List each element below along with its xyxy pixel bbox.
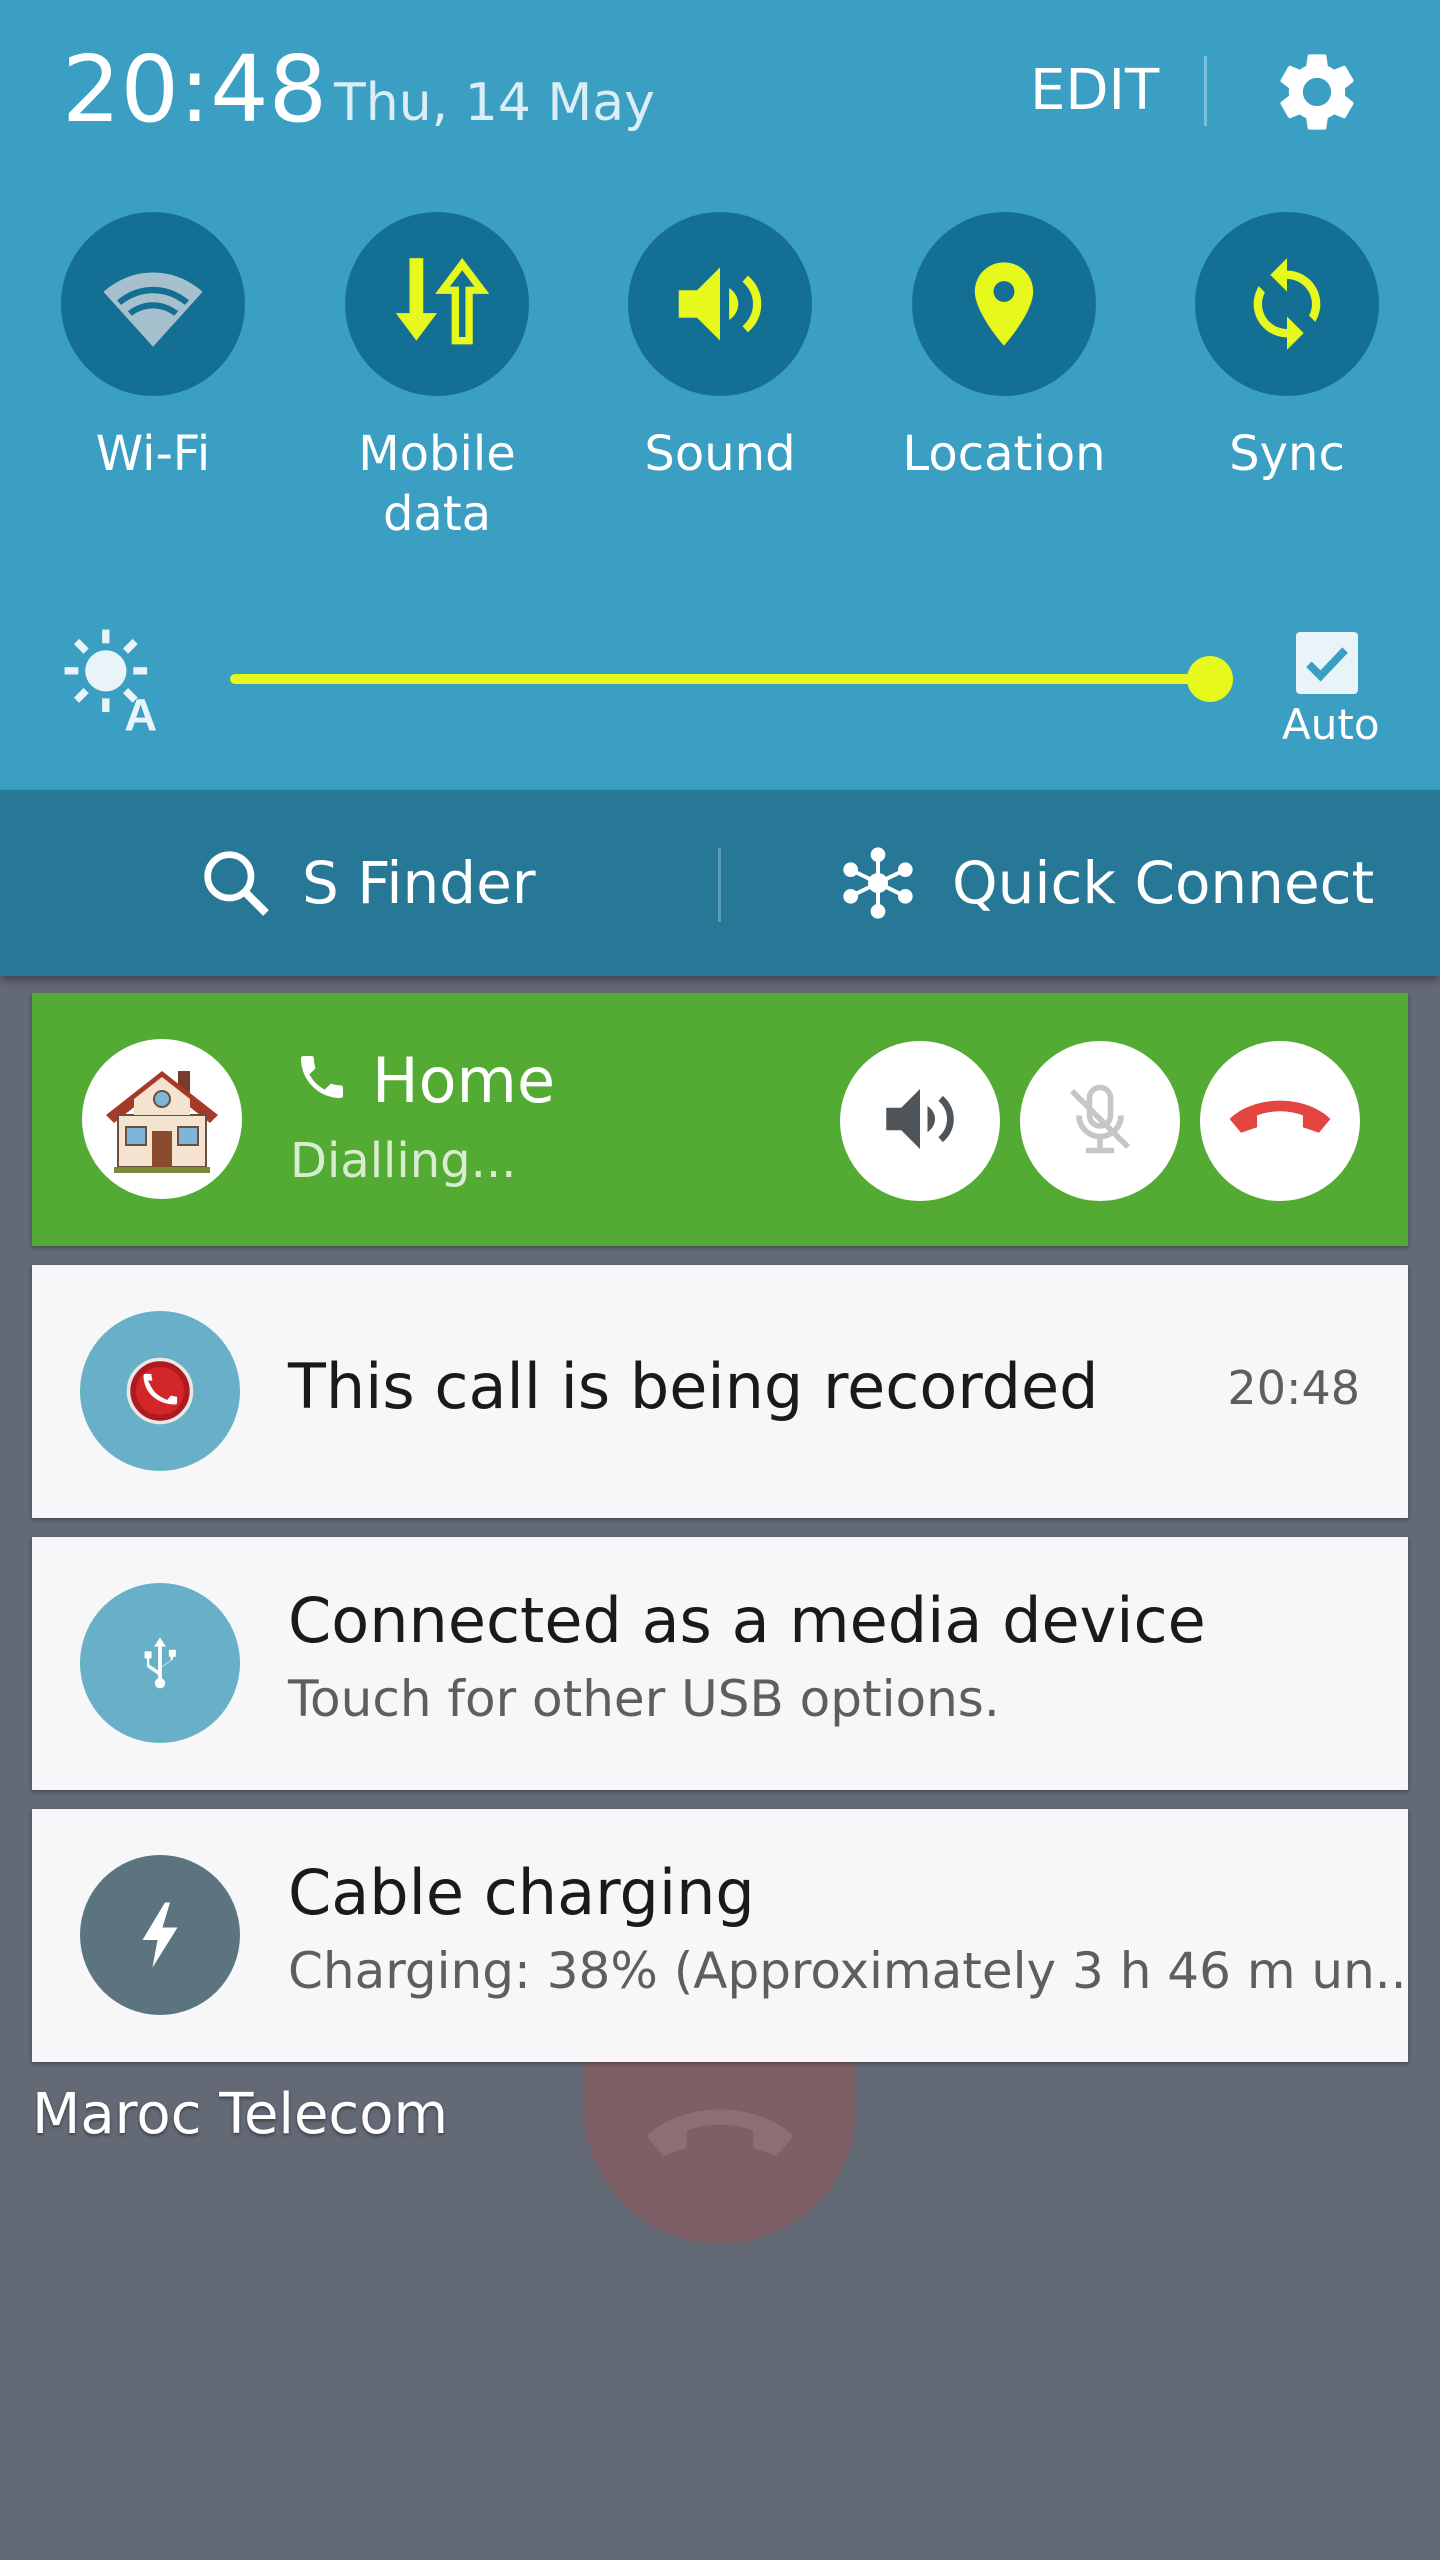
- finder-bar: S Finder Quick Connect: [0, 790, 1440, 976]
- date: Thu, 14 May: [334, 73, 655, 133]
- header-divider: [1204, 56, 1207, 126]
- toggle-sound[interactable]: Sound: [610, 212, 830, 552]
- notification-title: Cable charging: [288, 1856, 755, 1929]
- wifi-icon: [61, 212, 245, 396]
- brightness-slider-thumb[interactable]: [1187, 656, 1233, 702]
- mobile-data-icon: [345, 212, 529, 396]
- lightning-icon: [80, 1855, 240, 2015]
- toggle-wifi[interactable]: Wi-Fi: [43, 212, 263, 552]
- s-finder-button[interactable]: S Finder: [196, 790, 536, 976]
- notification-title: This call is being recorded: [288, 1350, 1099, 1423]
- toggle-location[interactable]: Location: [894, 212, 1114, 552]
- s-finder-label: S Finder: [302, 849, 536, 917]
- notification-usb[interactable]: Connected as a media device Touch for ot…: [32, 1537, 1408, 1790]
- auto-brightness-checkbox[interactable]: [1296, 632, 1358, 694]
- end-call-button[interactable]: [1200, 1041, 1360, 1201]
- usb-icon: [80, 1583, 240, 1743]
- contact-avatar-house-icon: [82, 1039, 242, 1199]
- ongoing-call-notification[interactable]: Home Dialling...: [32, 993, 1408, 1246]
- quick-connect-icon: [838, 843, 918, 923]
- toggle-label: Mobile data: [358, 426, 516, 542]
- notification-time: 20:48: [1227, 1361, 1360, 1415]
- call-contact-name: Home: [372, 1044, 556, 1117]
- speaker-button[interactable]: [840, 1041, 1000, 1201]
- brightness-slider[interactable]: [230, 674, 1210, 684]
- carrier-label: Maroc Telecom: [32, 2082, 449, 2147]
- mute-button[interactable]: [1020, 1041, 1180, 1201]
- notification-title: Connected as a media device: [288, 1584, 1206, 1657]
- quick-connect-button[interactable]: Quick Connect: [838, 790, 1374, 976]
- toggle-label: Location: [902, 426, 1106, 482]
- notification-subtitle: Touch for other USB options.: [288, 1670, 1000, 1728]
- edit-button[interactable]: EDIT: [1030, 56, 1159, 126]
- background-end-call-button: [584, 2048, 856, 2244]
- phone-icon: [294, 1049, 354, 1109]
- toggle-label: Sound: [644, 426, 796, 482]
- toggle-label: Sync: [1229, 426, 1345, 482]
- toggle-sync[interactable]: Sync: [1177, 212, 1397, 552]
- auto-brightness-icon: A: [60, 625, 170, 740]
- mic-off-icon: [1058, 1077, 1142, 1165]
- speaker-icon: [875, 1074, 965, 1168]
- clock: 20:48: [62, 36, 328, 143]
- finder-divider: [718, 848, 721, 922]
- toggle-mobile-data[interactable]: Mobile data: [327, 212, 547, 552]
- call-status: Dialling...: [290, 1133, 517, 1189]
- notification-charging[interactable]: Cable charging Charging: 38% (Approximat…: [32, 1809, 1408, 2062]
- sound-icon: [628, 212, 812, 396]
- notification-call-recording[interactable]: This call is being recorded 20:48: [32, 1265, 1408, 1518]
- notification-subtitle: Charging: 38% (Approximately 3 h 46 m un…: [288, 1942, 1407, 2000]
- svg-text:A: A: [124, 689, 157, 735]
- sync-icon: [1195, 212, 1379, 396]
- toggle-label: Wi-Fi: [95, 426, 211, 482]
- quick-connect-label: Quick Connect: [952, 849, 1375, 917]
- settings-gear-icon[interactable]: [1270, 45, 1364, 139]
- call-recorder-icon: [80, 1311, 240, 1471]
- auto-brightness-label: Auto: [1282, 700, 1380, 749]
- end-call-icon: [1225, 1089, 1335, 1153]
- location-icon: [912, 212, 1096, 396]
- search-icon: [196, 843, 276, 923]
- quick-settings-panel: 20:48 Thu, 14 May EDIT Wi-Fi Mobile data: [0, 0, 1440, 790]
